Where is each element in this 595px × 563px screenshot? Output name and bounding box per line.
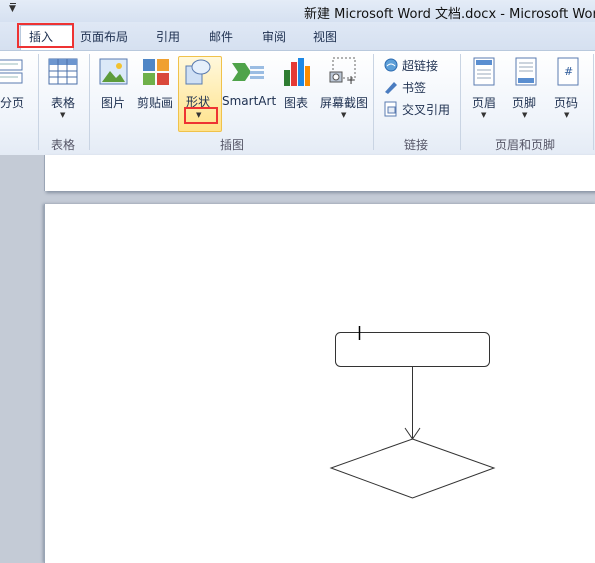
page-number-icon: #: [557, 57, 579, 86]
table-icon: [48, 58, 78, 85]
group-label-header-footer: 页眉和页脚: [495, 138, 556, 152]
page-number-label: 页码: [554, 96, 579, 110]
flowchart-decision-diamond[interactable]: [329, 438, 496, 499]
tab-review[interactable]: 审阅: [262, 28, 286, 45]
group-separator: [89, 54, 90, 150]
svg-text:#: #: [564, 65, 573, 78]
bookmark-label: 书签: [402, 81, 427, 95]
shapes-dropdown-highlight: [184, 107, 218, 124]
chevron-down-icon: ▼: [341, 111, 347, 119]
footer-icon: [515, 57, 537, 86]
chevron-down-icon: ▼: [564, 111, 570, 119]
cross-reference-icon: [384, 101, 397, 117]
svg-text:+: +: [346, 73, 356, 86]
flowchart-process-box[interactable]: [335, 332, 490, 367]
picture-icon: [99, 58, 128, 85]
chevron-down-icon: ▼: [481, 111, 487, 119]
flowchart-drawing[interactable]: [320, 324, 505, 509]
group-label-table: 表格: [51, 138, 76, 152]
document-page-previous: [44, 155, 595, 191]
screenshot-label: 屏幕截图: [320, 96, 369, 110]
smartart-icon: [232, 63, 264, 81]
quick-access-customize-button[interactable]: ▼: [0, 0, 22, 22]
chevron-down-icon: ▼: [9, 4, 16, 14]
chevron-down-icon: ▼: [60, 111, 66, 119]
group-separator: [593, 54, 594, 150]
chart-icon: [284, 58, 310, 86]
crossref-label: 交叉引用: [402, 103, 451, 117]
smartart-label: SmartArt: [222, 94, 277, 108]
tab-page-layout[interactable]: 页面布局: [80, 28, 128, 45]
group-label-links: 链接: [404, 138, 429, 152]
tab-references[interactable]: 引用: [156, 28, 180, 45]
shapes-icon: [185, 59, 211, 85]
picture-label: 图片: [101, 96, 126, 110]
header-icon: [473, 57, 495, 86]
hyperlink-label: 超链接: [402, 59, 439, 73]
header-label: 页眉: [472, 96, 497, 110]
window-title: 新建 Microsoft Word 文档.docx - Microsoft Wo…: [304, 7, 595, 22]
tab-insert-highlight: [17, 23, 74, 48]
table-label: 表格: [51, 96, 76, 110]
group-separator: [38, 54, 39, 150]
chevron-down-icon: ▼: [522, 111, 528, 119]
page-break-label: 分页: [0, 96, 25, 110]
group-label-illustrations: 插图: [220, 138, 245, 152]
tab-mailings[interactable]: 邮件: [209, 28, 233, 45]
clipart-icon: [143, 59, 169, 85]
footer-label: 页脚: [512, 96, 537, 110]
screenshot-icon: +: [329, 57, 356, 86]
group-separator: [373, 54, 374, 150]
tab-view[interactable]: 视图: [313, 28, 337, 45]
clipart-label: 剪贴画: [137, 96, 174, 110]
page-break-icon: [0, 59, 23, 84]
hyperlink-icon: [384, 58, 398, 72]
bookmark-icon: [385, 82, 397, 94]
chart-label: 图表: [284, 96, 309, 110]
group-separator: [460, 54, 461, 150]
